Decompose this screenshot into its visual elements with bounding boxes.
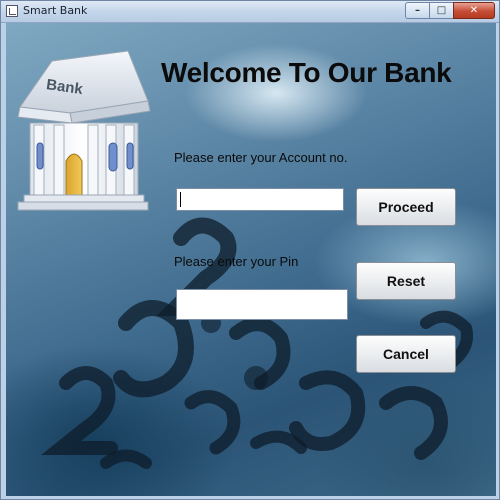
account-number-input[interactable] — [176, 188, 344, 211]
close-button[interactable]: ✕ — [453, 2, 495, 19]
page-title: Welcome To Our Bank — [161, 57, 452, 88]
app-icon — [6, 5, 18, 17]
window-title: Smart Bank — [23, 4, 88, 17]
title-bar[interactable]: Smart Bank – □ ✕ — [1, 1, 499, 23]
reset-button[interactable]: Reset — [356, 262, 456, 300]
bank-building-icon: Bank — [17, 50, 151, 211]
window-controls: – □ ✕ — [405, 2, 495, 20]
maximize-button[interactable]: □ — [429, 2, 453, 19]
account-number-label: Please enter your Account no. — [174, 150, 348, 165]
pin-input[interactable] — [176, 289, 348, 320]
content-panel: Bank Welcome To Our Bank Please enter yo… — [6, 23, 496, 496]
pin-label: Please enter your Pin — [174, 254, 299, 269]
proceed-button[interactable]: Proceed — [356, 188, 456, 226]
text-cursor — [180, 192, 181, 207]
app-window: Smart Bank – □ ✕ Bank Welcome To Our Ban… — [0, 0, 500, 500]
cancel-button[interactable]: Cancel — [356, 335, 456, 373]
minimize-button[interactable]: – — [405, 2, 429, 19]
